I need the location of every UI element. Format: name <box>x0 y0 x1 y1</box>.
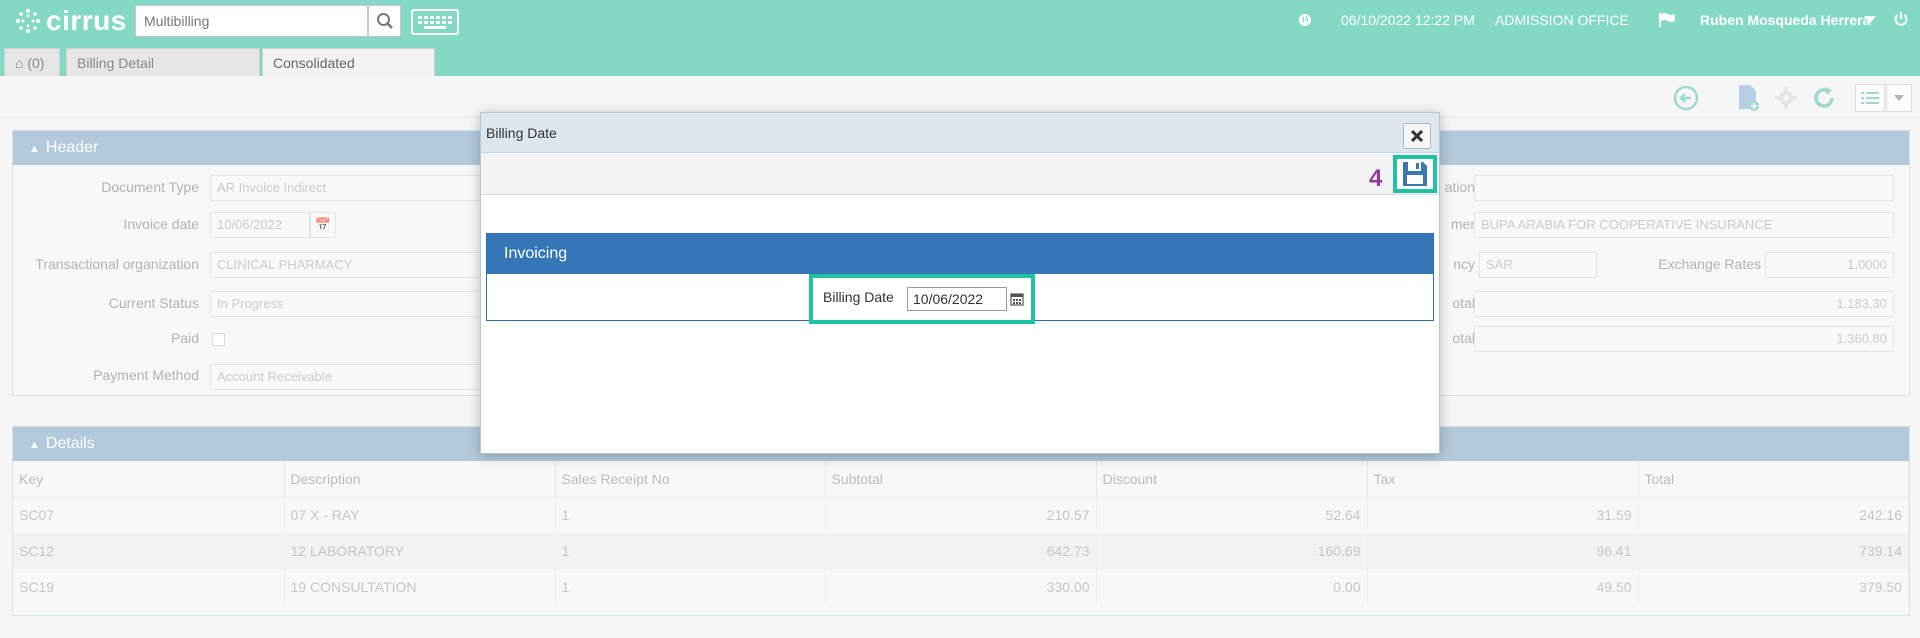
datetime-text: 06/10/2022 12:22 PM <box>1341 12 1475 28</box>
billing-date-group: Billing Date 10/06/2022 <box>809 274 1035 324</box>
tab-billing-detail-extensions[interactable]: Billing Detail Extensions✖ <box>66 48 260 99</box>
step-number: 4 <box>1369 165 1383 192</box>
cirrus-logo[interactable]: cirrus <box>14 5 127 36</box>
billing-date-modal: Billing Date 4 Invoicing Billing Date 10… <box>480 112 1440 454</box>
keyboard-icon <box>418 16 452 29</box>
tab-home[interactable]: ⌂ (0) <box>4 48 60 76</box>
close-icon <box>1411 130 1423 142</box>
calendar-button[interactable] <box>1006 287 1028 311</box>
power-icon[interactable] <box>1893 11 1909 27</box>
modal-title: Billing Date <box>481 113 1439 153</box>
billing-date-input[interactable]: 10/06/2022 <box>907 287 1007 311</box>
invoicing-panel: Invoicing Billing Date 10/06/2022 <box>486 233 1434 324</box>
invoicing-title: Invoicing <box>487 234 1433 274</box>
chevron-down-icon[interactable] <box>1864 16 1876 24</box>
search-button[interactable] <box>368 5 401 37</box>
logo-text: cirrus <box>46 5 127 36</box>
save-button[interactable] <box>1393 155 1437 193</box>
close-button[interactable] <box>1403 123 1431 149</box>
search-input[interactable]: Multibilling <box>135 5 368 37</box>
flag-icon[interactable] <box>1658 12 1676 28</box>
modal-toolbar: 4 <box>481 153 1439 195</box>
tab-home-label: (0) <box>27 55 45 71</box>
top-bar: cirrus Multibilling 06/10/2022 12:22 PM … <box>0 0 1920 44</box>
tab-bar: ⌂ (0) Billing Detail Extensions✖ Consoli… <box>0 44 1920 99</box>
home-icon: ⌂ <box>15 55 24 71</box>
tab-consolidated-invoice[interactable]: Consolidated invoice✖ <box>262 48 435 99</box>
globe-icon[interactable] <box>1298 13 1312 27</box>
search-icon <box>376 13 393 29</box>
floppy-disk-icon <box>1403 162 1427 186</box>
office-text: ADMISSION OFFICE <box>1495 12 1629 28</box>
billing-date-label: Billing Date <box>823 289 894 305</box>
keyboard-button[interactable] <box>411 9 459 35</box>
user-menu[interactable]: Ruben Mosqueda Herrera <box>1700 12 1870 28</box>
snowflake-logo-icon <box>16 9 40 33</box>
calendar-icon <box>1010 293 1024 306</box>
